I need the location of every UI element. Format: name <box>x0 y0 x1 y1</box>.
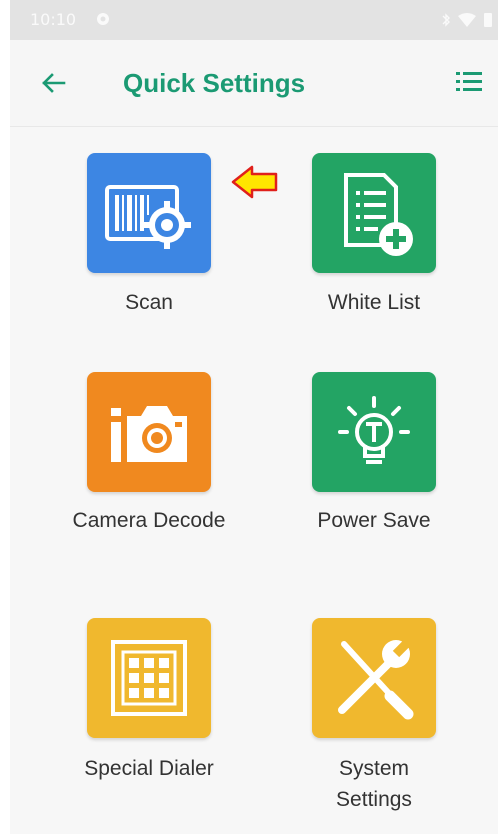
wifi-icon <box>458 12 476 27</box>
tools-icon <box>338 632 418 720</box>
system-settings-label[interactable]: System Settings <box>309 753 439 815</box>
barcode-gear-icon <box>105 185 191 249</box>
power-save-tile[interactable] <box>312 372 436 492</box>
page-title: Quick Settings <box>123 68 306 98</box>
phone-screen: 10:10 Quick Settings Scan White List Cam… <box>10 0 498 834</box>
document-add-icon <box>344 173 413 256</box>
keypad-icon <box>111 640 187 716</box>
power-save-label[interactable]: Power Save <box>264 505 484 536</box>
lightbulb-icon <box>338 396 410 464</box>
scan-tile[interactable] <box>87 153 211 273</box>
settings-status-icon <box>97 13 109 25</box>
white-list-label[interactable]: White List <box>264 287 484 318</box>
scan-label[interactable]: Scan <box>39 287 259 318</box>
status-icons <box>442 12 492 27</box>
status-time: 10:10 <box>30 10 77 29</box>
pointer-arrow-icon <box>231 165 278 199</box>
battery-icon <box>484 13 492 27</box>
camera-decode-label[interactable]: Camera Decode <box>49 505 249 536</box>
camera-decode-tile[interactable] <box>87 372 211 492</box>
camera-icon <box>111 406 187 462</box>
back-arrow-icon[interactable] <box>38 68 68 98</box>
app-bar: Quick Settings <box>10 40 498 127</box>
status-bar: 10:10 <box>10 0 498 40</box>
bluetooth-icon <box>442 12 450 27</box>
list-menu-icon[interactable] <box>454 67 484 97</box>
system-settings-tile[interactable] <box>312 618 436 738</box>
white-list-tile[interactable] <box>312 153 436 273</box>
special-dialer-tile[interactable] <box>87 618 211 738</box>
special-dialer-label[interactable]: Special Dialer <box>39 753 259 784</box>
